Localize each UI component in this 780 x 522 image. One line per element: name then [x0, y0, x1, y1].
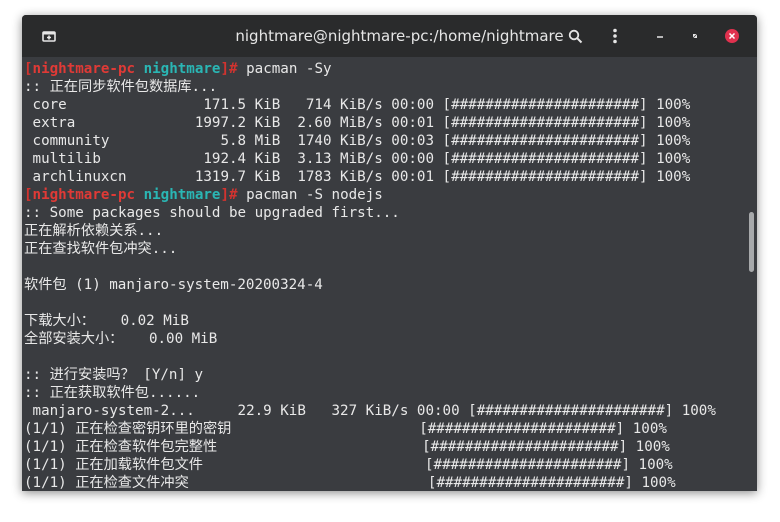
close-button[interactable]	[719, 15, 745, 57]
output-line: (1/1) 正在检查密钥环里的密钥 [#####################…	[24, 421, 667, 437]
prompt-host: nightmare-pc	[32, 61, 136, 77]
terminal-output[interactable]: [nightmare-pc nightmare]# pacman -Sy:: 正…	[22, 57, 757, 491]
prompt-bracket: [	[24, 61, 33, 77]
prompt-line: [nightmare-pc nightmare]# pacman -Sy	[24, 60, 746, 78]
output-line: (1/1) 正在检查软件包完整性 [######################…	[24, 439, 670, 455]
minimize-icon	[657, 36, 663, 38]
prompt-dir: nightmare	[143, 187, 221, 203]
prompt-command: pacman -Sy	[246, 61, 332, 77]
output-line: 正在查找软件包冲突...	[24, 241, 178, 257]
search-button[interactable]	[562, 15, 588, 57]
minimize-button[interactable]	[647, 15, 673, 57]
menu-icon	[613, 28, 617, 44]
output-line: multilib 192.4 KiB 3.13 MiB/s 00:00 [###…	[24, 151, 691, 167]
output-line: (1/1) 正在检查文件冲突 [######################] …	[24, 475, 676, 491]
output-line: 下载大小： 0.02 MiB	[24, 313, 189, 329]
menu-button[interactable]	[602, 15, 628, 57]
prompt-dir: nightmare	[143, 61, 221, 77]
output-line: manjaro-system-2... 22.9 KiB 327 KiB/s 0…	[24, 403, 716, 419]
output-line: 正在解析依赖关系...	[24, 223, 164, 239]
scrollbar[interactable]	[746, 57, 757, 491]
output-line: :: Some packages should be upgraded firs…	[24, 205, 400, 221]
terminal-lines: [nightmare-pc nightmare]# pacman -Sy:: 正…	[24, 60, 746, 491]
output-line: :: 正在获取软件包......	[24, 385, 201, 401]
new-tab-icon	[42, 31, 56, 42]
prompt-bracket: ]#	[220, 61, 238, 77]
maximize-icon	[693, 34, 697, 38]
prompt-host: nightmare-pc	[32, 187, 136, 203]
output-line: :: 进行安装吗？ [Y/n] y	[24, 367, 204, 383]
output-line: archlinuxcn 1319.7 KiB 1783 KiB/s 00:01 …	[24, 169, 691, 185]
prompt-bracket: ]#	[220, 187, 238, 203]
maximize-button[interactable]	[682, 15, 708, 57]
output-line: core 171.5 KiB 714 KiB/s 00:00 [########…	[24, 97, 691, 113]
terminal-window: nightmare@nightmare-pc:/home/nightmare […	[22, 15, 757, 491]
output-line: 软件包 (1) manjaro-system-20200324-4	[24, 277, 323, 293]
search-icon	[568, 29, 582, 43]
close-icon	[725, 29, 739, 43]
title-bar: nightmare@nightmare-pc:/home/nightmare	[22, 15, 757, 57]
output-line: 全部安装大小： 0.00 MiB	[24, 331, 218, 347]
scrollbar-thumb[interactable]	[749, 212, 754, 272]
output-line: community 5.8 MiB 1740 KiB/s 00:03 [####…	[24, 133, 691, 149]
output-line: (1/1) 正在加载软件包文件 [######################]…	[24, 457, 673, 473]
output-line: extra 1997.2 KiB 2.60 MiB/s 00:01 [#####…	[24, 115, 691, 131]
prompt-command: pacman -S nodejs	[246, 187, 383, 203]
new-tab-button[interactable]	[36, 15, 62, 57]
prompt-bracket: [	[24, 187, 33, 203]
prompt-line: [nightmare-pc nightmare]# pacman -S node…	[24, 186, 746, 204]
output-line: :: 正在同步软件包数据库...	[24, 79, 218, 95]
